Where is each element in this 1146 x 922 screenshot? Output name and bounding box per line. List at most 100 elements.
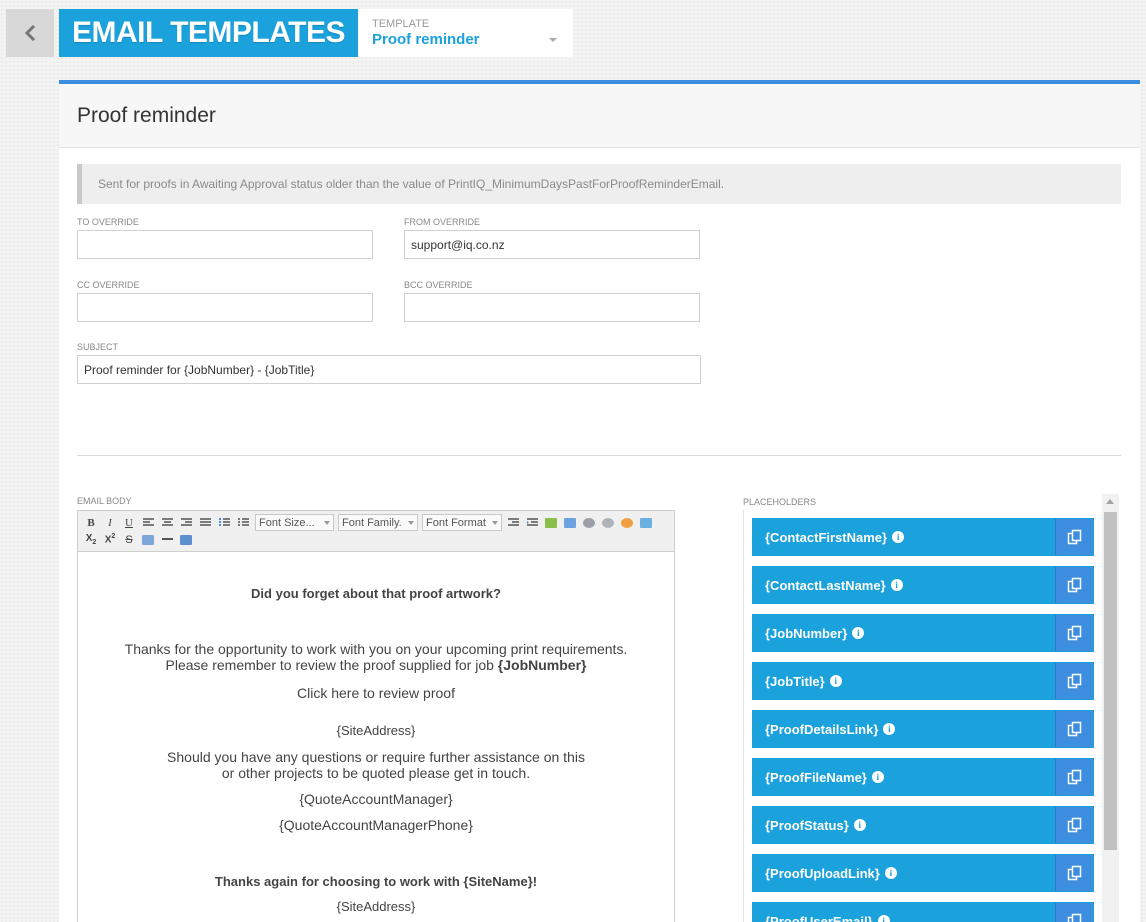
subject-input[interactable]: [77, 355, 701, 384]
outdent-button[interactable]: [504, 514, 522, 531]
copy-placeholder-button[interactable]: [1055, 855, 1093, 891]
email-body-label: EMAIL BODY: [77, 496, 132, 506]
align-left-button[interactable]: [139, 514, 157, 531]
horizontal-rule-icon: [161, 538, 173, 540]
placeholder-label: {ProofUserEmail}: [765, 913, 873, 922]
info-icon[interactable]: i: [890, 579, 903, 591]
horizontal-rule-button[interactable]: [158, 531, 176, 548]
copy-placeholder-button[interactable]: [1055, 663, 1093, 699]
placeholder-item[interactable]: {ProofUserEmail} i: [752, 902, 1094, 922]
font-size-dropdown[interactable]: Font Size...: [255, 514, 334, 531]
copy-placeholder-button[interactable]: [1055, 711, 1093, 747]
font-family-dropdown-label: Font Family.: [342, 516, 402, 529]
unlink-button[interactable]: [599, 514, 617, 531]
info-icon[interactable]: i: [877, 915, 890, 922]
image-button[interactable]: [637, 514, 655, 531]
justify-button[interactable]: [196, 514, 214, 531]
copy-placeholder-button[interactable]: [1055, 807, 1093, 843]
insert-field-button[interactable]: [561, 514, 579, 531]
unordered-list-button[interactable]: [234, 514, 252, 531]
copy-icon: [1067, 817, 1081, 833]
image-icon: [640, 517, 652, 528]
copy-icon: [1067, 625, 1081, 641]
spellcheck-button[interactable]: [542, 514, 560, 531]
clear-format-button[interactable]: [139, 531, 157, 548]
html-icon: [180, 534, 192, 545]
unordered-list-icon: [237, 518, 249, 526]
copy-placeholder-button[interactable]: [1055, 567, 1093, 603]
superscript-icon: X2: [104, 533, 116, 546]
info-icon[interactable]: i: [852, 627, 865, 639]
body-site-address-footer: {SiteAddress}: [336, 899, 416, 914]
template-select[interactable]: TEMPLATE Proof reminder: [358, 9, 573, 57]
clear-format-icon: [142, 534, 154, 545]
info-icon[interactable]: i: [883, 723, 896, 735]
info-icon[interactable]: i: [853, 819, 866, 831]
copy-icon: [1067, 721, 1081, 737]
underline-button[interactable]: U: [120, 514, 138, 531]
placeholder-item[interactable]: {JobNumber} i: [752, 614, 1094, 652]
info-icon[interactable]: i: [829, 675, 842, 687]
ordered-list-icon: [218, 518, 230, 526]
copy-placeholder-button[interactable]: [1055, 519, 1093, 555]
page-title-box: EMAIL TEMPLATES: [59, 9, 358, 57]
copy-placeholder-button[interactable]: [1055, 615, 1093, 651]
placeholder-item[interactable]: {JobTitle} i: [752, 662, 1094, 700]
to-override-input[interactable]: [77, 230, 373, 259]
email-body-content[interactable]: Did you forget about that proof artwork?…: [78, 552, 674, 914]
placeholders-scrollbar[interactable]: [1102, 494, 1119, 922]
from-override-input[interactable]: [404, 230, 700, 259]
indent-icon: [526, 518, 538, 526]
page-title: EMAIL TEMPLATES: [71, 16, 346, 49]
info-icon[interactable]: i: [871, 771, 884, 783]
cc-override-input[interactable]: [77, 293, 373, 322]
placeholder-item[interactable]: {ContactFirstName} i: [752, 518, 1094, 556]
body-job-number: {JobNumber}: [497, 657, 587, 673]
font-size-dropdown-label: Font Size...: [259, 516, 315, 529]
justify-icon: [199, 518, 211, 526]
color-picker-button[interactable]: [618, 514, 636, 531]
align-right-button[interactable]: [177, 514, 195, 531]
copy-placeholder-button[interactable]: [1055, 759, 1093, 795]
font-format-dropdown[interactable]: Font Format: [422, 514, 502, 531]
scrollbar-thumb[interactable]: [1104, 512, 1117, 850]
body-line-3: Should you have any questions or require…: [167, 749, 585, 765]
spellcheck-icon: [545, 517, 557, 528]
subscript-icon: X2: [85, 533, 97, 546]
link-icon: [583, 517, 595, 528]
link-button[interactable]: [580, 514, 598, 531]
italic-button[interactable]: I: [101, 514, 119, 531]
copy-placeholder-button[interactable]: [1055, 903, 1093, 922]
template-panel: Proof reminder Sent for proofs in Awaiti…: [59, 80, 1140, 922]
body-heading: Did you forget about that proof artwork?: [251, 586, 501, 601]
scroll-up-icon[interactable]: [1106, 499, 1114, 504]
info-icon[interactable]: i: [884, 867, 897, 879]
placeholder-item[interactable]: {ProofStatus} i: [752, 806, 1094, 844]
indent-button[interactable]: [523, 514, 541, 531]
info-icon[interactable]: i: [892, 531, 905, 543]
superscript-button[interactable]: X2: [101, 531, 119, 548]
placeholder-item[interactable]: {ProofUploadLink} i: [752, 854, 1094, 892]
placeholder-text: {ProofUploadLink} i: [752, 866, 1055, 881]
placeholder-item[interactable]: {ProofDetailsLink} i: [752, 710, 1094, 748]
bold-button[interactable]: B: [82, 514, 100, 531]
html-source-button[interactable]: [177, 531, 195, 548]
palette-icon: [621, 517, 633, 528]
placeholder-item[interactable]: {ContactLastName} i: [752, 566, 1094, 604]
font-family-dropdown[interactable]: Font Family.: [338, 514, 418, 531]
copy-icon: [1067, 673, 1081, 689]
chevron-down-icon: [324, 520, 330, 525]
template-description-text: Sent for proofs in Awaiting Approval sta…: [98, 177, 725, 191]
ordered-list-button[interactable]: [215, 514, 233, 531]
to-override-label: TO OVERRIDE: [77, 217, 139, 227]
placeholder-text: {ContactLastName} i: [752, 578, 1055, 593]
placeholder-text: {ProofDetailsLink} i: [752, 722, 1055, 737]
panel-header: Proof reminder: [59, 84, 1140, 148]
review-proof-link[interactable]: Click here to review proof: [78, 685, 674, 701]
back-button[interactable]: [6, 9, 54, 57]
subscript-button[interactable]: X2: [82, 531, 100, 548]
align-center-button[interactable]: [158, 514, 176, 531]
bcc-override-input[interactable]: [404, 293, 700, 322]
strikethrough-button[interactable]: S: [120, 531, 138, 548]
placeholder-item[interactable]: {ProofFileName} i: [752, 758, 1094, 796]
